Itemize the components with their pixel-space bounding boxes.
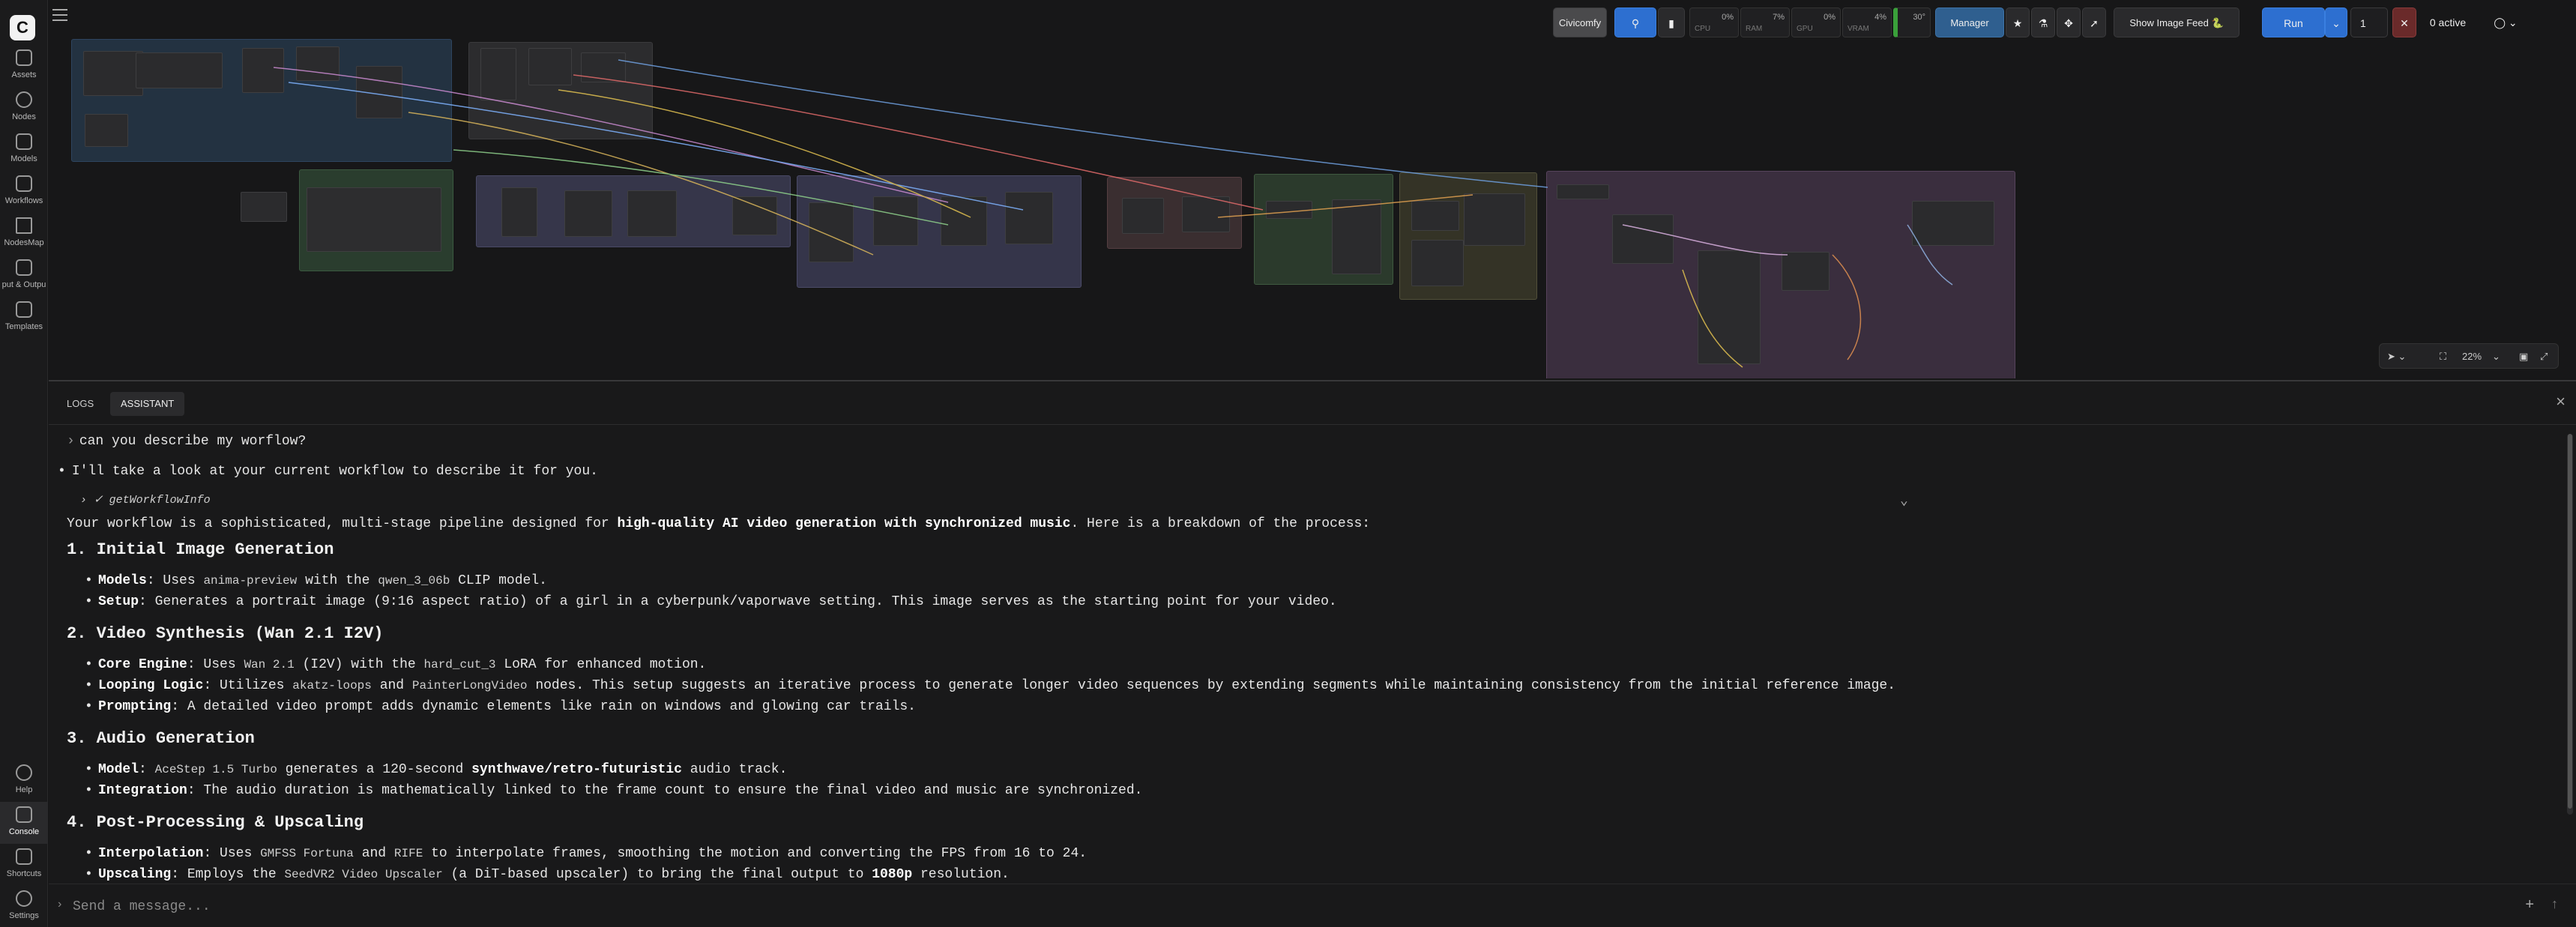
nodes-icon — [16, 91, 32, 108]
summary-paragraph: Your workflow is a sophisticated, multi-… — [67, 516, 1371, 531]
user-icon[interactable]: ◯ ⌄ — [2487, 7, 2524, 37]
panel-tabs: LOGS ASSISTANT × — [49, 381, 2576, 425]
app-root: C Assets Nodes Models Workflows NodesMap… — [0, 0, 2576, 927]
share-icon[interactable]: ➚ — [2082, 7, 2106, 37]
sidebar-item-settings[interactable]: Settings — [0, 890, 48, 920]
puzzle-icon[interactable]: ✥ — [2057, 7, 2081, 37]
flask-icon[interactable]: ⚗ — [2031, 7, 2055, 37]
section-heading: 2. Video Synthesis (Wan 2.1 I2V) — [67, 624, 384, 643]
list-item: Prompting: A detailed video prompt adds … — [85, 699, 916, 714]
fit-view-icon[interactable]: ⛶ — [2440, 351, 2446, 363]
sidebar-item-input-output[interactable]: put & Outpu — [0, 259, 48, 289]
sidebar-item-models[interactable]: Models — [0, 133, 48, 163]
select-mode-icon[interactable]: ➤ ⌄ — [2387, 351, 2406, 363]
manager-button[interactable]: Manager — [1935, 7, 2004, 37]
message-input[interactable] — [73, 895, 2486, 919]
active-queue-count[interactable]: 0 active — [2421, 7, 2475, 37]
sidebar-item-templates[interactable]: Templates — [0, 301, 48, 331]
star-icon[interactable]: ★ — [2006, 7, 2030, 37]
send-icon[interactable]: ↑ — [2551, 896, 2558, 912]
list-item: Integration: The audio duration is mathe… — [85, 783, 1142, 798]
tab-assistant[interactable]: ASSISTANT — [110, 392, 185, 416]
run-options-chevron-icon[interactable]: ⌄ — [2325, 7, 2347, 37]
chat-scrollbar[interactable] — [2567, 434, 2573, 815]
show-image-feed-button[interactable]: Show Image Feed 🐍 — [2114, 7, 2239, 37]
assistant-chat: › can you describe my worflow? • I'll take… — [49, 425, 2561, 884]
bottom-panel: LOGS ASSISTANT × › can you describe my wo… — [49, 380, 2576, 927]
menu-icon[interactable] — [52, 9, 67, 21]
models-icon — [16, 133, 32, 150]
sidebar-item-console[interactable]: Console — [0, 802, 48, 844]
zoom-chevron-icon[interactable]: ⌄ — [2492, 351, 2500, 363]
temp-stat: 30° — [1893, 7, 1931, 37]
workflow-canvas[interactable] — [49, 0, 2576, 378]
sidebar-item-help[interactable]: Help — [0, 764, 48, 794]
zoom-level[interactable]: 22% — [2462, 351, 2482, 362]
close-icon[interactable]: × — [2556, 392, 2566, 411]
user-message: › can you describe my worflow? — [67, 434, 307, 449]
keyboard-icon — [16, 848, 32, 865]
civicomfy-button[interactable]: Civicomfy — [1553, 7, 1607, 37]
tab-logs[interactable]: LOGS — [56, 392, 104, 416]
terminal-icon — [16, 806, 32, 823]
workflows-icon — [16, 175, 32, 192]
tool-call-chevron-icon[interactable]: ⌄ — [1900, 492, 1908, 509]
list-item: Upscaling: Employs the SeedVR2 Video Ups… — [85, 867, 1010, 882]
comfy-logo[interactable]: C — [10, 15, 35, 40]
prompt-chevron-icon: › — [58, 898, 62, 911]
sidebar-item-shortcuts[interactable]: Shortcuts — [0, 848, 48, 878]
scrollbar-thumb[interactable] — [2568, 434, 2572, 809]
sidebar-item-assets[interactable]: Assets — [0, 49, 48, 79]
bookmark-icon[interactable]: ▮ — [1658, 7, 1685, 37]
canvas-controls: ➤ ⌄ ⛶ 22% ⌄ ▣ ⤢ — [2379, 343, 2559, 369]
list-item: Looping Logic: Utilizes akatz-loops and … — [85, 678, 1895, 693]
node-links — [273, 59, 1953, 368]
gpu-stat: 0% GPU — [1791, 7, 1841, 37]
ram-stat: 7% RAM — [1740, 7, 1790, 37]
assistant-intro: • I'll take a look at your current workfl… — [58, 464, 598, 479]
gear-icon — [16, 890, 32, 907]
run-button[interactable]: Run — [2262, 7, 2325, 37]
sidebar-item-workflows[interactable]: Workflows — [0, 175, 48, 205]
list-item: Core Engine: Uses Wan 2.1 (I2V) with the… — [85, 657, 706, 672]
section-heading: 4. Post-Processing & Upscaling — [67, 813, 364, 832]
help-icon — [16, 764, 32, 781]
tool-call[interactable]: › ✓ getWorkflowInfo — [80, 492, 211, 507]
list-item: Interpolation: Uses GMFSS Fortuna and RI… — [85, 846, 1087, 861]
templates-icon — [16, 301, 32, 318]
plus-icon[interactable]: + — [2525, 896, 2534, 914]
message-input-row: › + ↑ — [49, 884, 2576, 927]
nodesmap-icon — [16, 217, 32, 234]
sidebar-item-nodes[interactable]: Nodes — [0, 91, 48, 121]
vram-stat: 4% VRAM — [1842, 7, 1892, 37]
list-item: Setup: Generates a portrait image (9:16 … — [85, 594, 1337, 609]
sidebar-item-nodesmap[interactable]: NodesMap — [0, 217, 48, 247]
cancel-icon[interactable]: ✕ — [2392, 7, 2416, 37]
batch-count-input[interactable]: 1 — [2350, 7, 2388, 37]
list-item: Models: Uses anima-preview with the qwen… — [85, 573, 547, 588]
section-heading: 3. Audio Generation — [67, 729, 255, 748]
top-toolbar: Civicomfy ⚲ ▮ 0% CPU 7% RAM 0% GPU 4% VRAM 3… — [1550, 7, 2532, 37]
image-icon — [16, 259, 32, 276]
list-item: Model: AceStep 1.5 Turbo generates a 120… — [85, 762, 787, 777]
cpu-stat: 0% CPU — [1689, 7, 1739, 37]
left-sidebar: C Assets Nodes Models Workflows NodesMap… — [0, 0, 48, 927]
minimap-icon[interactable]: ▣ — [2519, 351, 2528, 363]
assets-icon — [16, 49, 32, 66]
fullscreen-icon[interactable]: ⤢ — [2540, 351, 2548, 363]
bike-icon[interactable]: ⚲ — [1614, 7, 1656, 37]
section-heading: 1. Initial Image Generation — [67, 540, 334, 559]
